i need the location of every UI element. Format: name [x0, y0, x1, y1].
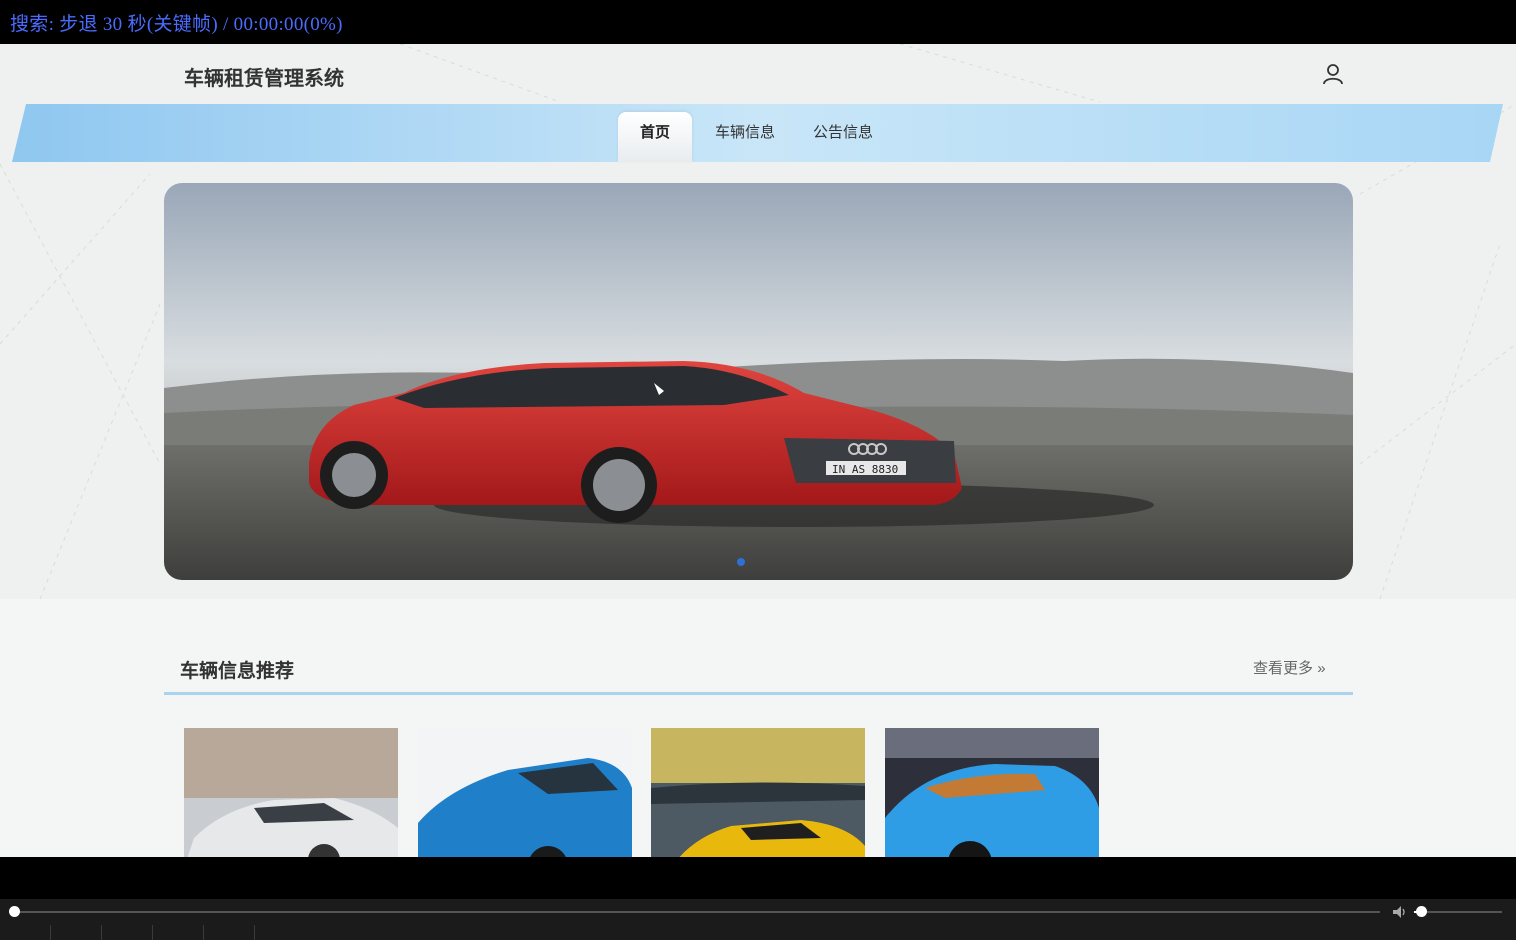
section-title: 车辆信息推荐	[180, 661, 295, 682]
double-chevron-right-icon: »	[1317, 660, 1326, 677]
banner-plate-text: IN AS 8830	[832, 463, 898, 476]
player-button-row	[0, 925, 255, 940]
main-nav: 首页 车辆信息 公告信息	[618, 112, 892, 162]
player-button[interactable]	[102, 925, 153, 940]
nav-item-vehicles[interactable]: 车辆信息	[696, 112, 794, 162]
vehicle-image-blue-hatch	[418, 728, 632, 857]
vehicle-card[interactable]	[651, 728, 865, 857]
banner-carousel[interactable]: IN AS 8830	[164, 183, 1353, 580]
volume-icon[interactable]	[1392, 904, 1408, 920]
player-osd-text: 搜索: 步退 30 秒(关键帧) / 00:00:00(0%)	[0, 0, 1516, 44]
volume-track[interactable]	[1414, 911, 1502, 913]
nav-band: 首页 车辆信息 公告信息	[0, 102, 1516, 164]
view-more-link[interactable]: 查看更多 »	[1253, 657, 1326, 678]
nav-item-home[interactable]: 首页	[618, 112, 693, 162]
player-controls	[0, 857, 1516, 940]
player-button[interactable]	[204, 925, 255, 940]
site-title: 车辆租赁管理系统	[184, 68, 344, 90]
vehicle-card[interactable]	[885, 728, 1099, 857]
player-button[interactable]	[153, 925, 204, 940]
site-header: 车辆租赁管理系统	[0, 44, 1516, 102]
section-divider	[164, 692, 1353, 695]
vehicle-image-blue-sport	[885, 728, 1099, 857]
vehicle-card[interactable]	[184, 728, 398, 857]
vehicle-image-silver	[184, 728, 398, 857]
view-more-label: 查看更多	[1253, 660, 1314, 677]
carousel-indicator-dot[interactable]	[737, 558, 745, 566]
seek-track[interactable]	[14, 911, 1380, 913]
vehicle-card[interactable]	[418, 728, 632, 857]
banner-image-red-car: IN AS 8830	[164, 183, 1353, 580]
player-button[interactable]	[0, 925, 51, 940]
player-button[interactable]	[51, 925, 102, 940]
webpage-viewport: 车辆租赁管理系统 首页 车辆信息 公告信息 IN AS 8830 车辆信息推荐 …	[0, 44, 1516, 857]
recommend-section: 车辆信息推荐 查看更多 »	[0, 599, 1516, 857]
vehicle-image-yellow	[651, 728, 865, 857]
seek-bar-area	[0, 899, 1516, 940]
nav-item-notices[interactable]: 公告信息	[794, 112, 892, 162]
user-icon[interactable]	[1321, 62, 1345, 86]
volume-knob[interactable]	[1416, 906, 1428, 917]
seek-knob[interactable]	[9, 906, 20, 917]
